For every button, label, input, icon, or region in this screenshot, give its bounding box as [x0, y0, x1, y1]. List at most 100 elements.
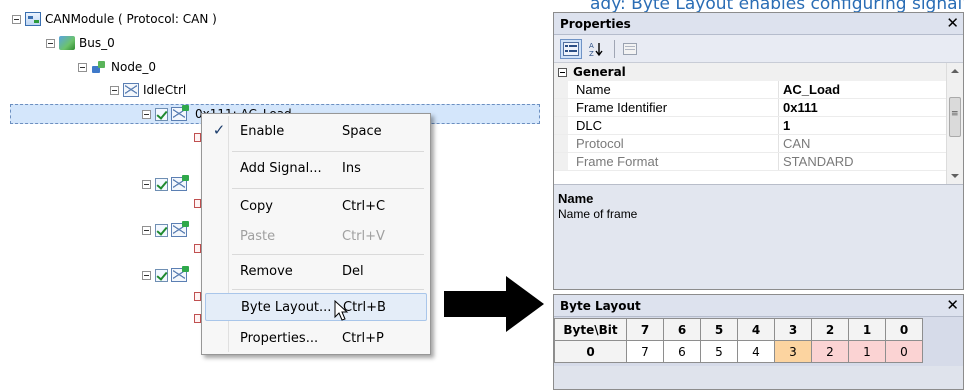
enable-checkbox[interactable]	[155, 223, 168, 237]
row-margin	[554, 135, 568, 152]
row-margin	[554, 153, 568, 170]
tx-frame-icon	[171, 221, 189, 237]
mouse-cursor-icon	[334, 300, 349, 321]
scroll-up-icon[interactable]	[951, 69, 959, 73]
bit-cell-signal[interactable]: 0	[885, 340, 923, 363]
scroll-down-icon[interactable]	[951, 174, 959, 178]
enable-checkbox[interactable]	[155, 268, 168, 282]
tree-node-module[interactable]: CANModule ( Protocol: CAN )	[12, 10, 217, 28]
bit-cell[interactable]: 7	[626, 340, 664, 363]
menu-item-copy[interactable]: Copy Ctrl+C	[205, 192, 427, 220]
collapse-icon[interactable]	[12, 14, 21, 24]
property-row-dlc[interactable]: DLC 1	[554, 117, 963, 135]
property-value[interactable]: 1	[779, 117, 963, 134]
collapse-icon[interactable]	[558, 67, 567, 77]
property-grid-scrollbar[interactable]	[946, 63, 963, 184]
header-cell: 2	[811, 318, 849, 341]
menu-item-paste[interactable]: Paste Ctrl+V	[205, 222, 427, 250]
properties-panel: Properties ✕ A Z General Name AC_Load Fr…	[553, 12, 964, 290]
header-cell: 7	[626, 318, 664, 341]
check-icon: ✓	[212, 121, 226, 139]
tx-frame-icon	[171, 266, 189, 282]
scroll-thumb[interactable]	[949, 97, 961, 137]
property-row-frame-identifier[interactable]: Frame Identifier 0x111	[554, 99, 963, 117]
menu-item-shortcut: Ins	[342, 160, 361, 176]
menu-item-properties[interactable]: Properties... Ctrl+P	[205, 324, 427, 352]
property-row-protocol[interactable]: Protocol CAN	[554, 135, 963, 153]
arrow-shaft	[444, 291, 508, 317]
header-cell: 6	[663, 318, 701, 341]
bit-cell-signal[interactable]: 1	[848, 340, 886, 363]
close-icon[interactable]: ✕	[946, 15, 959, 31]
tx-frame-icon	[171, 105, 189, 121]
menu-item-remove[interactable]: Remove Del	[205, 257, 427, 285]
signal-icon	[194, 133, 201, 142]
tree-node-frame[interactable]	[142, 221, 191, 239]
property-value[interactable]: 0x111	[779, 99, 963, 116]
description-text: Name of frame	[558, 207, 638, 221]
bit-cell-signal[interactable]: 2	[811, 340, 849, 363]
collapse-icon[interactable]	[78, 62, 87, 72]
enable-checkbox[interactable]	[155, 107, 168, 121]
tree-node-frame[interactable]	[142, 175, 191, 193]
menu-item-shortcut: Ctrl+C	[342, 198, 386, 214]
property-row-frame-format[interactable]: Frame Format STANDARD	[554, 153, 963, 171]
tree-node-node[interactable]: Node_0	[78, 58, 156, 76]
panel-title-text: Byte Layout	[560, 298, 641, 313]
menu-item-add-signal[interactable]: Add Signal... Ins	[205, 154, 427, 182]
byte-layout-header-row: Byte\Bit 7 6 5 4 3 2 1 0	[554, 318, 923, 341]
menu-item-label: Add Signal...	[240, 160, 322, 176]
tree-node-idlectrl[interactable]: IdleCtrl	[110, 81, 186, 99]
menu-separator	[232, 289, 424, 290]
collapse-icon[interactable]	[142, 179, 151, 189]
collapse-icon[interactable]	[110, 85, 119, 95]
property-row-name[interactable]: Name AC_Load	[554, 81, 963, 99]
property-value[interactable]: AC_Load	[779, 81, 963, 98]
menu-item-label: Enable	[240, 123, 285, 139]
menu-item-label: Remove	[240, 263, 293, 279]
header-cell: 4	[737, 318, 775, 341]
bit-cell[interactable]: 5	[700, 340, 738, 363]
menu-item-label: Copy	[240, 198, 273, 214]
tree-node-label: Bus_0	[79, 36, 115, 50]
property-description: Name Name of frame	[554, 185, 963, 289]
bit-cell-signal[interactable]: 3	[774, 340, 812, 363]
categorized-view-button[interactable]	[560, 38, 582, 59]
signal-icon	[194, 244, 201, 253]
collapse-icon[interactable]	[142, 270, 151, 280]
property-name: Protocol	[568, 135, 779, 152]
signal-icon	[194, 199, 201, 208]
node-icon	[91, 60, 107, 74]
tree-node-label: CANModule ( Protocol: CAN )	[45, 12, 217, 26]
alphabetical-sort-button[interactable]: A Z	[585, 39, 607, 59]
bit-cell[interactable]: 4	[737, 340, 775, 363]
menu-item-label: Byte Layout...	[241, 299, 332, 315]
tree-node-label: Node_0	[111, 60, 156, 74]
property-value: STANDARD	[783, 154, 854, 169]
collapse-icon[interactable]	[46, 38, 55, 48]
tree-node-frame[interactable]	[142, 266, 191, 284]
module-icon	[25, 12, 41, 26]
close-icon[interactable]: ✕	[946, 297, 959, 313]
category-general[interactable]: General	[554, 63, 963, 81]
tree-node-label: IdleCtrl	[143, 83, 187, 97]
collapse-icon[interactable]	[142, 109, 151, 119]
collapse-icon[interactable]	[142, 225, 151, 235]
svg-text:A: A	[589, 42, 594, 50]
menu-item-shortcut: Ctrl+V	[342, 228, 385, 244]
bit-cell[interactable]: 6	[663, 340, 701, 363]
menu-separator	[232, 151, 424, 152]
arrow-head	[506, 276, 544, 332]
enable-checkbox[interactable]	[155, 177, 168, 191]
property-pages-button[interactable]	[619, 39, 641, 59]
property-value: CAN	[783, 136, 811, 151]
bus-icon	[59, 36, 75, 50]
tree-node-bus[interactable]: Bus_0	[46, 34, 115, 52]
property-name: Frame Format	[568, 153, 779, 170]
menu-separator	[232, 254, 424, 255]
menu-item-byte-layout[interactable]: Byte Layout... Ctrl+B	[205, 293, 427, 321]
menu-item-enable[interactable]: ✓ Enable Space	[205, 117, 427, 145]
signal-icon	[194, 314, 201, 323]
byte-layout-empty-area	[554, 366, 963, 389]
signal-icon	[194, 292, 201, 301]
